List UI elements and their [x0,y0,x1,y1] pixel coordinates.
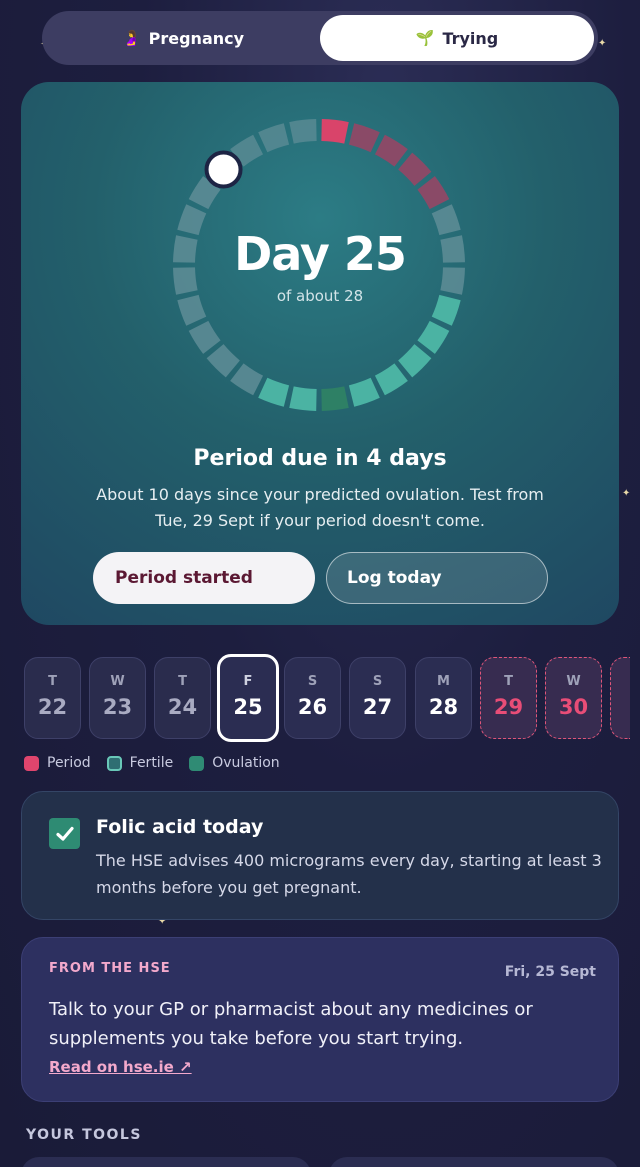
cycle-ring-segment [398,152,432,186]
cycle-ring-segment [230,363,264,396]
tab-trying[interactable]: 🌱 Trying [320,15,594,61]
day-item-today[interactable]: F 25 [217,654,279,742]
day-weekday: T [178,674,187,689]
folic-acid-checkbox[interactable] [49,818,80,849]
hse-tip-text: Talk to your GP or pharmacist about any … [49,999,533,1049]
day-number: 29 [493,695,524,719]
legend-fertile-label: Fertile [129,755,174,771]
hse-tip-card: FROM THE HSE Fri, 25 Sept Talk to your G… [21,937,619,1102]
folic-acid-title: Folic acid today [96,816,264,838]
period-due-title: Period due in 4 days [193,446,447,471]
day-item-partial[interactable] [610,657,630,739]
day-number: 30 [558,695,589,719]
day-item-period[interactable]: W 30 [545,657,602,739]
sparkle-icon: ✦ [622,488,631,499]
cycle-length-label: of about 28 [276,287,364,305]
cycle-ring-segment [417,320,450,354]
legend-ovulation-label: Ovulation [212,755,280,771]
cycle-ring-segment [258,377,290,407]
cycle-ring-segment [258,123,290,153]
hse-read-link[interactable]: Read on hse.ie ↗ [49,1058,192,1076]
cycle-ring-segment [289,119,317,144]
legend-ovulation: Ovulation [189,755,280,771]
mode-toggle: 🤰 Pregnancy 🌱 Trying [42,11,598,65]
day-weekday: S [307,674,318,689]
cycle-ring-segment [348,377,380,407]
cycle-ring-segment [348,123,380,153]
day-number: 22 [37,695,68,719]
folic-acid-description: The HSE advises 400 micrograms every day… [96,851,602,897]
cycle-ring-segment [321,119,349,144]
day-number: 28 [428,695,459,719]
cycle-day-title: Day 25 [234,227,407,281]
hse-source-label: FROM THE HSE [49,961,171,976]
tab-pregnancy[interactable]: 🤰 Pregnancy [46,15,320,61]
cycle-ring-segment [398,344,432,378]
day-number: 26 [297,695,328,719]
day-item[interactable]: T 24 [154,657,211,739]
period-due-description: About 10 days since your predicted ovula… [96,485,544,530]
cycle-legend: Period Fertile Ovulation [24,755,296,771]
legend-period: Period [24,755,91,771]
checkmark-icon [55,826,74,841]
day-weekday: M [437,674,450,689]
day-item[interactable]: W 23 [89,657,146,739]
log-today-button[interactable]: Log today [326,552,548,604]
tool-card[interactable] [21,1157,311,1167]
day-item[interactable]: M 28 [415,657,472,739]
cycle-ring-segment [417,176,450,210]
cycle-ring-segment [206,344,240,378]
day-number: 23 [102,695,133,719]
cycle-card: Day 25 of about 28 Period due in 4 days … [21,82,619,625]
your-tools-heading: YOUR TOOLS [26,1127,142,1143]
cycle-ring-segment [188,320,221,354]
hse-tip-date: Fri, 25 Sept [504,964,596,980]
period-swatch [24,755,39,771]
day-weekday: F [243,674,253,689]
day-weekday: W [110,674,125,689]
cycle-ring-segment [321,386,349,411]
ovulation-swatch [189,755,205,771]
day-item[interactable]: T 22 [24,657,81,739]
day-item-period[interactable]: T 29 [480,657,537,739]
day-weekday: T [48,674,57,689]
day-weekday: T [504,674,513,689]
fertile-swatch [106,755,122,771]
cycle-ring-segment [374,134,408,167]
day-weekday: W [566,674,581,689]
cycle-ring-segment [374,363,408,396]
day-number: 27 [362,695,393,719]
period-started-button[interactable]: Period started [93,552,315,604]
day-number: 24 [167,695,198,719]
legend-fertile: Fertile [106,755,174,771]
pregnant-person-icon: 🤰 [121,29,141,47]
day-item[interactable]: S 27 [349,657,406,739]
tab-pregnancy-label: Pregnancy [148,28,245,48]
legend-period-label: Period [47,755,91,771]
current-day-marker[interactable] [204,150,243,189]
sparkle-icon: ✦ [598,38,607,49]
seedling-icon: 🌱 [415,29,435,47]
tab-trying-label: Trying [442,28,499,48]
day-item[interactable]: S 26 [284,657,341,739]
day-strip: T 22 W 23 T 24 F 25 S 26 S 27 M 28 T 29 … [24,654,640,742]
folic-acid-card: Folic acid today The HSE advises 400 mic… [21,791,619,920]
cycle-ring-segment [289,386,317,411]
tool-card[interactable] [329,1157,619,1167]
day-weekday: S [372,674,383,689]
day-number: 25 [233,695,263,719]
